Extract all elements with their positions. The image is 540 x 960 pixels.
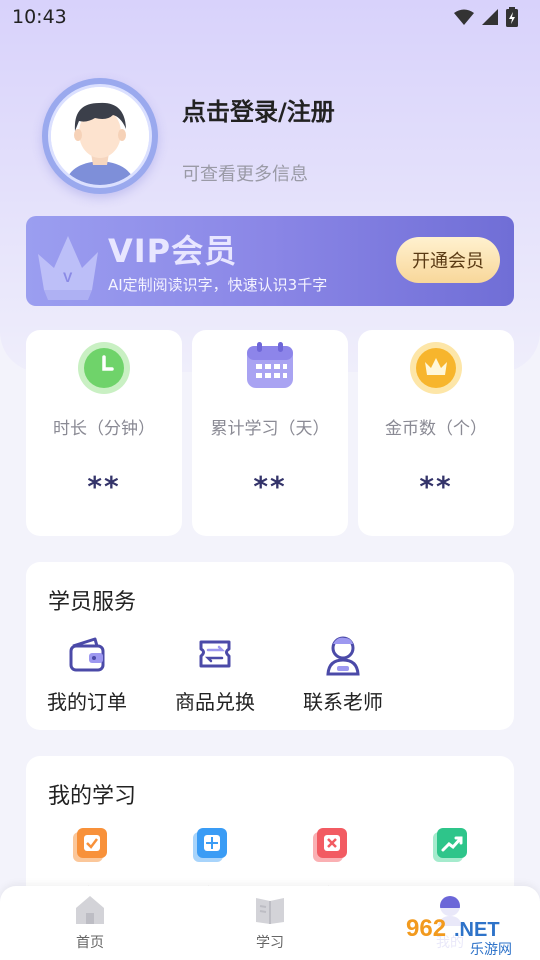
avatar-image: [48, 84, 152, 188]
check-card-icon: [73, 828, 107, 862]
vip-crown-icon: V: [38, 236, 98, 300]
tab-study[interactable]: 学习: [220, 894, 320, 952]
open-vip-button[interactable]: 开通会员: [396, 237, 500, 283]
stat-label: 金币数（个）: [385, 419, 487, 439]
service-label: 我的订单: [47, 690, 127, 714]
product-exchange-button[interactable]: 商品兑换: [160, 630, 270, 715]
signal-icon: [482, 9, 498, 25]
battery-icon: [506, 7, 518, 27]
status-icons: [454, 7, 518, 27]
svg-text:乐游网: 乐游网: [470, 942, 512, 958]
status-time: 10:43: [12, 6, 67, 28]
wifi-icon: [454, 9, 474, 25]
tab-label: 学习: [256, 935, 284, 951]
stat-label: 时长（分钟）: [53, 419, 155, 439]
login-register-link[interactable]: 点击登录/注册: [182, 92, 335, 127]
service-label: 商品兑换: [175, 690, 255, 714]
default-avatar-icon: [51, 87, 149, 185]
stat-value: **: [253, 470, 287, 503]
stat-value: **: [87, 470, 121, 503]
svg-text:V: V: [63, 269, 73, 285]
stat-value: **: [419, 470, 453, 503]
login-subtitle: 可查看更多信息: [182, 164, 308, 185]
tab-home[interactable]: 首页: [40, 894, 140, 952]
calendar-icon: [247, 342, 293, 388]
stat-card-study-days[interactable]: 累计学习（天） **: [192, 330, 348, 536]
my-orders-button[interactable]: 我的订单: [32, 630, 142, 715]
svg-text:962: 962: [406, 915, 446, 942]
grid-card-icon: [193, 828, 227, 862]
student-services-section: 学员服务 我的订单 商品兑换 联系老师: [26, 562, 514, 730]
teacher-icon: [326, 636, 360, 676]
watermark-logo: 962 .NET 乐游网: [398, 908, 538, 958]
crown-coin-icon: [410, 342, 462, 394]
home-icon: [76, 896, 104, 924]
svg-text:.NET: .NET: [454, 919, 500, 941]
stat-label: 累计学习（天）: [210, 419, 330, 439]
vip-title: VIP会员: [108, 232, 238, 270]
stat-card-coins[interactable]: 金币数（个） **: [358, 330, 514, 536]
status-bar: 10:43: [0, 0, 540, 34]
growth-chart-icon: [433, 828, 467, 862]
book-icon: [256, 898, 284, 924]
vip-banner[interactable]: V VIP会员 AI定制阅读识字，快速认识3千字 开通会员: [26, 216, 514, 306]
exchange-icon: [199, 640, 231, 668]
section-title: 学员服务: [48, 590, 137, 615]
section-title: 我的学习: [48, 784, 137, 809]
stat-card-duration[interactable]: 时长（分钟） **: [26, 330, 182, 536]
service-label: 联系老师: [303, 690, 383, 714]
x-card-icon: [313, 828, 347, 862]
clock-icon: [78, 342, 130, 394]
contact-teacher-button[interactable]: 联系老师: [288, 630, 398, 715]
avatar[interactable]: [42, 78, 158, 194]
wallet-icon: [69, 637, 105, 672]
vip-description: AI定制阅读识字，快速认识3千字: [108, 276, 328, 294]
tab-label: 首页: [76, 935, 104, 951]
